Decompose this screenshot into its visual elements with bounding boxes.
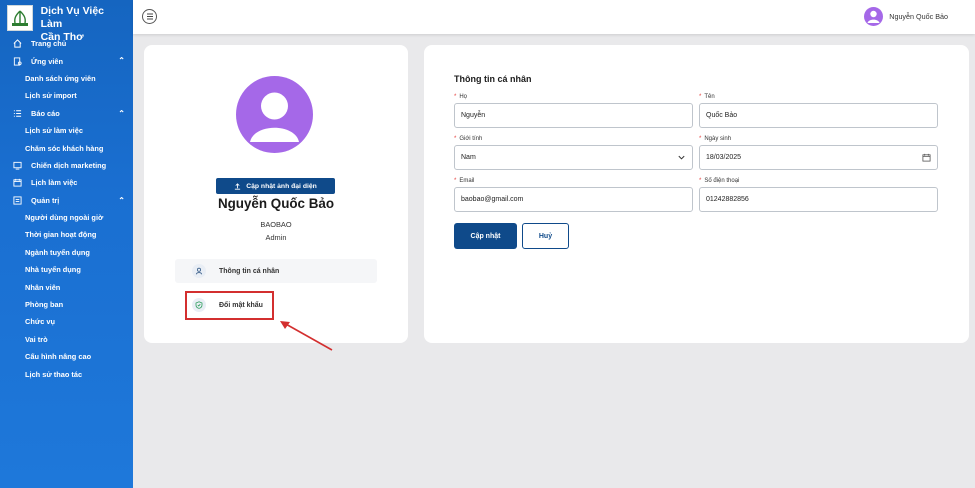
upload-avatar-button[interactable]: Cập nhật ảnh đại diện [216, 178, 335, 194]
sidebar-item-import-history[interactable]: Lịch sử import [0, 87, 133, 104]
gender-label: * Giới tính [454, 136, 483, 142]
sidebar-item-industries[interactable]: Ngành tuyển dụng [0, 244, 133, 261]
user-menu[interactable]: Nguyễn Quốc Bảo [864, 7, 948, 26]
sidebar-item-positions[interactable]: Chức vụ [0, 313, 133, 330]
brand-line1: Dịch Vụ Việc Làm [40, 5, 104, 30]
sidebar-item-label: Báo cáo [31, 108, 60, 118]
sidebar-item-label: Vai trò [25, 334, 48, 344]
first-name-label: * Tên [699, 94, 715, 100]
menu-item-label: Thông tin cá nhân [219, 267, 280, 275]
form-title: Thông tin cá nhân [454, 74, 532, 84]
sidebar-nav: Trang chủ Ứng viên ⌃ Danh sách ứng viên … [0, 35, 133, 383]
chevron-up-icon: ⌃ [118, 108, 125, 118]
brand[interactable]: Dịch Vụ Việc Làm Cần Thơ [0, 0, 133, 43]
personal-info-card: Thông tin cá nhân * Họ Nguyễn * Tên Quốc B… [424, 45, 969, 343]
sidebar-item-advanced-config[interactable]: Cấu hình nâng cao [0, 348, 133, 365]
email-value: baobao@gmail.com [461, 196, 524, 203]
last-name-value: Nguyễn [461, 112, 486, 119]
profile-avatar [236, 76, 313, 153]
home-icon [13, 39, 22, 48]
sidebar-item-customer-care[interactable]: Chăm sóc khách hàng [0, 139, 133, 156]
topbar: Nguyễn Quốc Bảo [133, 0, 975, 34]
calendar-icon [13, 178, 22, 187]
birthday-field[interactable]: 18/03/2025 [699, 145, 938, 170]
sidebar-group-candidates[interactable]: Ứng viên ⌃ [0, 52, 133, 69]
menu-toggle-button[interactable] [142, 9, 157, 24]
phone-value: 01242882856 [706, 196, 749, 203]
sidebar-item-label: Quản trị [31, 195, 60, 205]
cancel-button[interactable]: Huỷ [522, 223, 569, 249]
sidebar-item-label: Thời gian hoạt động [25, 230, 97, 240]
profile-username: BAOBAO [260, 220, 292, 229]
sidebar-item-calendar[interactable]: Lịch làm việc [0, 174, 133, 191]
avatar [864, 7, 884, 26]
phone-field[interactable]: 01242882856 [699, 187, 938, 212]
sidebar-item-after-hours-users[interactable]: Người dùng ngoài giờ [0, 209, 133, 226]
sidebar-item-marketing[interactable]: Chiến dịch marketing [0, 157, 133, 174]
first-name-field[interactable]: Quốc Bảo [699, 103, 938, 128]
menu-item-personal-info[interactable]: Thông tin cá nhân [175, 259, 377, 283]
sidebar-item-label: Lịch làm việc [31, 178, 78, 188]
upload-avatar-label: Cập nhật ảnh đại diện [246, 182, 317, 190]
phone-label: * Số điện thoại [699, 178, 740, 184]
profile-role: Admin [265, 233, 287, 242]
sidebar-item-label: Chức vụ [25, 317, 55, 327]
profile-name: Nguyễn Quốc Bảo [217, 196, 335, 211]
annotation-highlight-box [185, 291, 274, 320]
last-name-label: * Họ [454, 94, 468, 100]
chevron-up-icon: ⌃ [118, 195, 125, 205]
sidebar-item-label: Ứng viên [31, 56, 64, 66]
sidebar-item-label: Người dùng ngoài giờ [25, 213, 104, 223]
admin-icon [13, 196, 22, 205]
sidebar-item-action-history[interactable]: Lịch sử thao tác [0, 365, 133, 382]
list-icon [13, 109, 22, 118]
sidebar-item-label: Trang chủ [31, 39, 67, 49]
user-outline-icon [192, 264, 206, 278]
user-icon [250, 92, 299, 142]
email-field[interactable]: baobao@gmail.com [454, 187, 693, 212]
sidebar-item-label: Chiến dịch marketing [31, 160, 107, 170]
sidebar-item-label: Chăm sóc khách hàng [25, 143, 104, 153]
sidebar-item-label: Cấu hình nâng cao [25, 352, 92, 362]
sidebar-item-label: Lịch sử thao tác [25, 369, 83, 379]
sidebar-item-label: Nhà tuyển dụng [25, 265, 81, 275]
calendar-icon[interactable] [922, 153, 931, 162]
sidebar-item-employers[interactable]: Nhà tuyển dụng [0, 261, 133, 278]
sidebar-item-home[interactable]: Trang chủ [0, 35, 133, 52]
sidebar-item-label: Nhân viên [25, 282, 61, 292]
sidebar-item-candidate-list[interactable]: Danh sách ứng viên [0, 70, 133, 87]
annotation-arrow-icon [280, 321, 333, 351]
sidebar-item-work-history[interactable]: Lịch sử làm việc [0, 122, 133, 139]
sidebar-item-label: Phòng ban [25, 300, 64, 310]
first-name-value: Quốc Bảo [706, 112, 738, 119]
logo [7, 5, 33, 31]
user-icon [867, 10, 880, 23]
sidebar-item-roles[interactable]: Vai trò [0, 331, 133, 348]
campaign-icon [13, 161, 22, 170]
sidebar-group-reports[interactable]: Báo cáo ⌃ [0, 105, 133, 122]
sidebar-group-admin[interactable]: Quản trị ⌃ [0, 192, 133, 209]
sidebar-item-activity-time[interactable]: Thời gian hoạt động [0, 226, 133, 243]
birthday-value: 18/03/2025 [706, 154, 742, 161]
chevron-down-icon [677, 153, 686, 162]
sidebar-item-label: Danh sách ứng viên [25, 73, 96, 83]
sidebar-item-staff[interactable]: Nhân viên [0, 278, 133, 295]
upload-icon [234, 182, 241, 190]
gender-value: Nam [461, 154, 476, 161]
last-name-field[interactable]: Nguyễn [454, 103, 693, 128]
sidebar-item-departments[interactable]: Phòng ban [0, 296, 133, 313]
birthday-label: * Ngày sinh [699, 136, 732, 142]
sidebar-item-label: Ngành tuyển dụng [25, 247, 90, 257]
gender-select[interactable]: Nam [454, 145, 693, 170]
profile-card: Cập nhật ảnh đại diện Nguyễn Quốc Bảo BA… [144, 45, 408, 343]
user-name: Nguyễn Quốc Bảo [889, 12, 948, 21]
update-button[interactable]: Cập nhật [454, 223, 517, 249]
candidate-icon [13, 57, 22, 66]
chevron-up-icon: ⌃ [118, 56, 125, 66]
sidebar-item-label: Lịch sử làm việc [25, 126, 83, 136]
sidebar: Dịch Vụ Việc Làm Cần Thơ Trang chủ Ứng v… [0, 0, 133, 488]
sidebar-item-label: Lịch sử import [25, 91, 77, 101]
menu-icon [146, 13, 153, 20]
email-label: * Email [454, 178, 475, 184]
